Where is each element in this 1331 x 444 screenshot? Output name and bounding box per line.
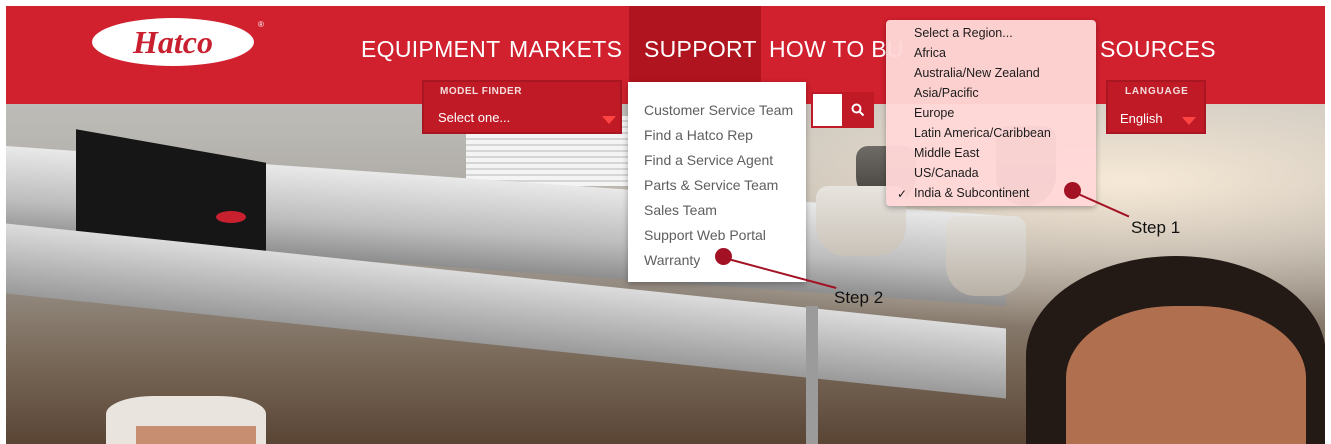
region-asia-pacific[interactable]: Asia/Pacific [914,86,979,100]
chef-face [136,426,256,444]
chevron-down-icon [602,116,616,124]
language-selector[interactable]: LANGUAGE English [1106,80,1206,134]
nav-how-to-buy[interactable]: HOW TO BU [769,36,904,63]
support-warranty[interactable]: Warranty [644,252,700,268]
step2-label: Step 2 [834,288,884,307]
nav-support[interactable]: SUPPORT [644,36,757,63]
logo-text: Hatco [133,23,213,60]
region-europe[interactable]: Europe [914,106,954,120]
registered-mark: ® [258,20,264,29]
region-australia-new-zealand[interactable]: Australia/New Zealand [914,66,1040,80]
region-india-subcontinent[interactable]: India & Subcontinent [914,186,1029,200]
support-parts-service-team[interactable]: Parts & Service Team [644,177,778,193]
check-icon: ✓ [897,187,908,201]
region-dropdown: Select a Region... Africa Australia/New … [886,20,1096,206]
nav-markets[interactable]: MARKETS [509,36,622,63]
search-button[interactable] [842,92,874,128]
region-placeholder[interactable]: Select a Region... [914,26,1013,40]
heater-logo [216,211,246,223]
region-latin-america-caribbean[interactable]: Latin America/Caribbean [914,126,1051,140]
support-web-portal[interactable]: Support Web Portal [644,227,766,243]
model-finder[interactable]: MODEL FINDER Select one... [422,80,622,134]
step1-marker [1064,182,1081,199]
step2-marker [715,248,732,265]
region-middle-east[interactable]: Middle East [914,146,979,160]
model-finder-select[interactable]: Select one... [438,110,510,125]
step1-label: Step 1 [1131,218,1181,237]
language-label: LANGUAGE [1125,86,1189,97]
nav-equipment[interactable]: EQUIPMENT [361,36,500,63]
chevron-down-icon [1182,117,1196,125]
region-africa[interactable]: Africa [914,46,946,60]
support-find-hatco-rep[interactable]: Find a Hatco Rep [644,127,753,143]
metal-post [806,306,818,444]
page-frame: Hatco ® EQUIPMENT MARKETS SUPPORT HOW TO… [6,6,1325,444]
nav-resources[interactable]: SOURCES [1100,36,1216,63]
woman-face [1066,306,1306,444]
support-find-service-agent[interactable]: Find a Service Agent [644,152,773,168]
model-finder-label: MODEL FINDER [440,86,522,97]
hatco-logo[interactable]: Hatco [92,18,254,66]
support-sales-team[interactable]: Sales Team [644,202,717,218]
support-customer-service-team[interactable]: Customer Service Team [644,102,793,118]
search-icon [851,103,865,117]
language-value[interactable]: English [1120,111,1163,126]
pendant-lamp [946,216,1026,296]
region-us-canada[interactable]: US/Canada [914,166,979,180]
